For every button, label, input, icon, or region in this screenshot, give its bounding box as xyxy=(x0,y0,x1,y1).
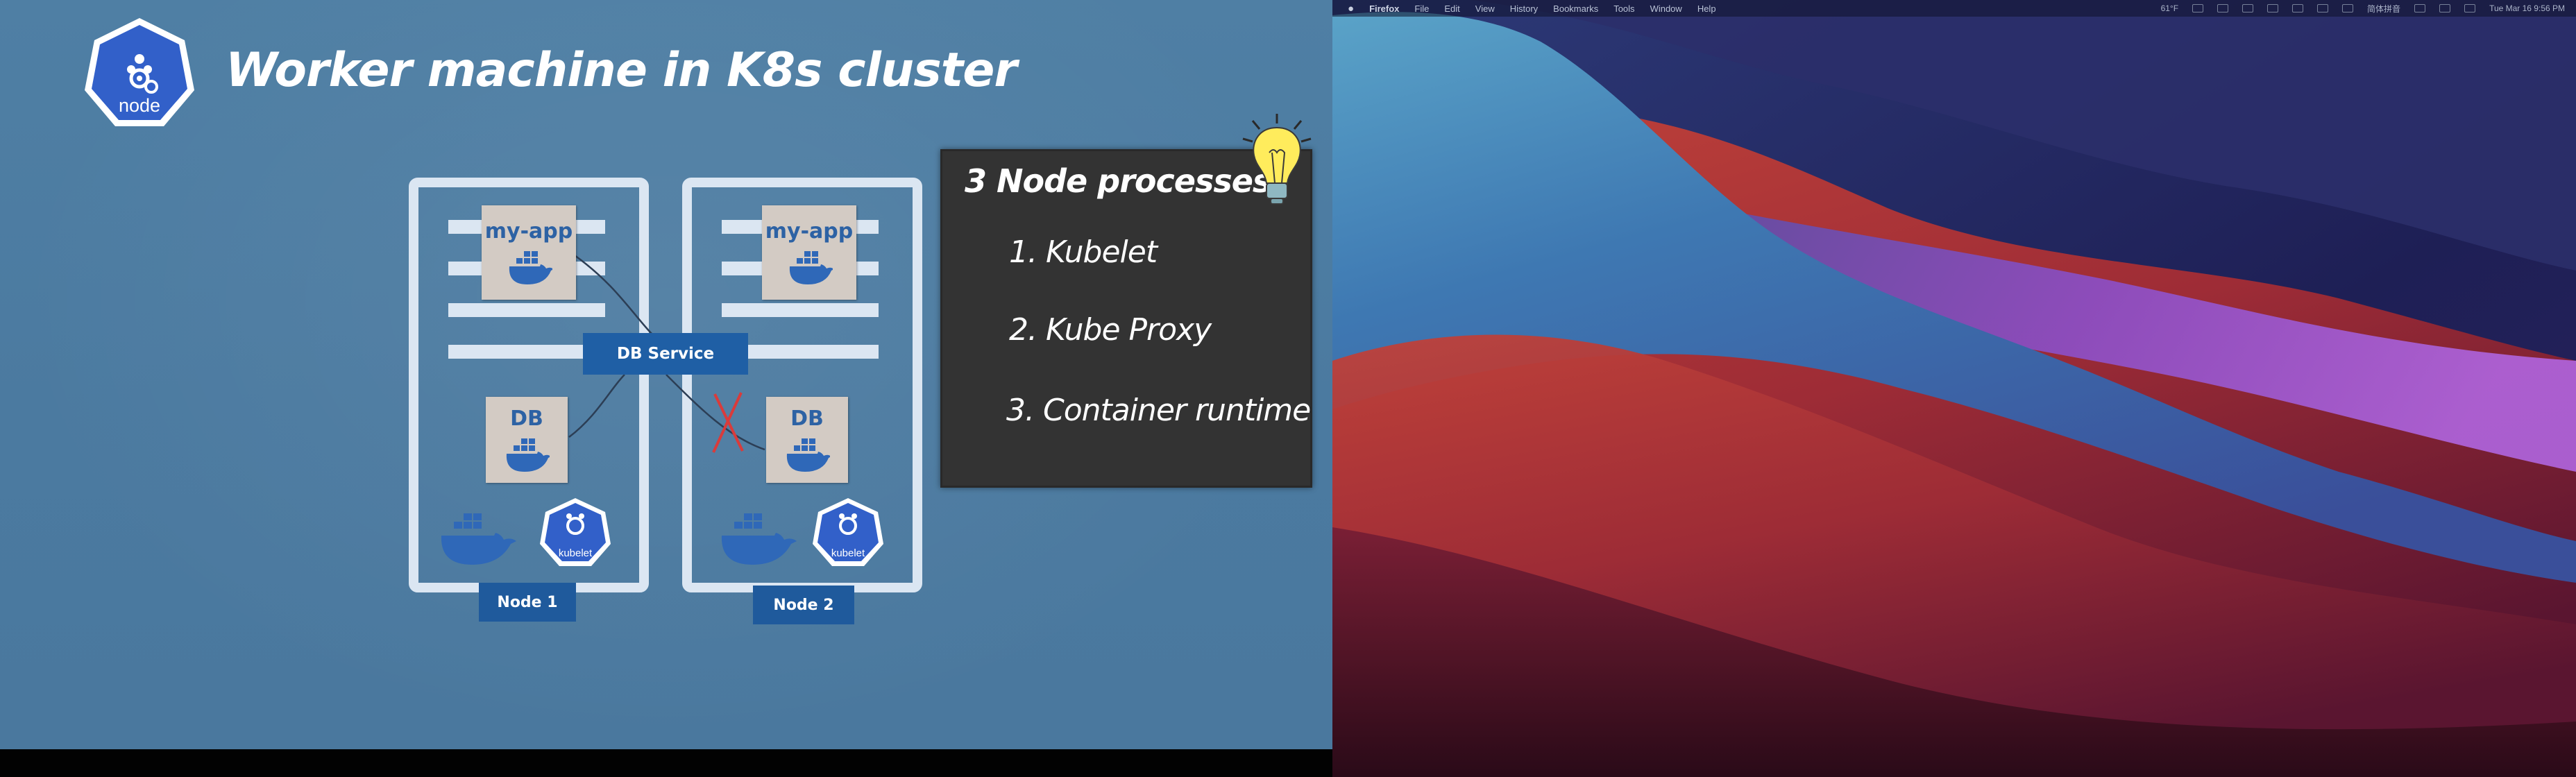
menu-history[interactable]: History xyxy=(1510,3,1538,14)
kubelet-hex-icon: kubelet xyxy=(813,498,883,566)
db-card-node-2: DB xyxy=(766,397,848,483)
apple-icon[interactable]: ● xyxy=(1348,3,1354,15)
db-label: DB xyxy=(790,407,824,431)
node-1-tag: Node 1 xyxy=(479,583,576,622)
db-card-node-1: DB xyxy=(486,397,568,483)
my-app-card-node-2: my-app xyxy=(762,205,856,300)
presentation-slide: node Worker machine in K8s cluster kubel… xyxy=(0,0,1332,749)
db-service-box: DB Service xyxy=(583,333,748,375)
menu-app-firefox[interactable]: Firefox xyxy=(1369,3,1399,14)
my-app-label: my-app xyxy=(484,219,573,244)
control-icon[interactable] xyxy=(2267,4,2279,12)
wallpaper-image xyxy=(1332,0,2576,777)
battery-icon[interactable] xyxy=(2317,4,2329,12)
desktop-wallpaper: ● Firefox File Edit View History Bookmar… xyxy=(1332,0,2576,777)
docker-whale-icon xyxy=(789,251,833,284)
wifi-icon[interactable] xyxy=(2342,4,2354,12)
status-app-icon[interactable] xyxy=(2217,4,2229,12)
slide-bottom-bar xyxy=(0,749,1332,777)
lightbulb-icon xyxy=(1242,114,1312,205)
docker-whale-icon xyxy=(441,513,516,565)
search-icon[interactable] xyxy=(2414,4,2426,12)
menu-edit[interactable]: Edit xyxy=(1444,3,1459,14)
my-app-card-node-1: my-app xyxy=(482,205,576,300)
board-item-kube-proxy: 2. Kube Proxy xyxy=(1009,312,1212,348)
kubelet-badge-label: kubelet xyxy=(831,547,865,559)
siri-icon[interactable] xyxy=(2464,4,2476,12)
menu-view[interactable]: View xyxy=(1475,3,1495,14)
play-icon[interactable] xyxy=(2292,4,2304,12)
board-item-kubelet: 1. Kubelet xyxy=(1009,234,1158,270)
kubelet-badge-label: kubelet xyxy=(559,547,593,559)
node-2-tag: Node 2 xyxy=(753,586,854,624)
menu-file[interactable]: File xyxy=(1414,3,1429,14)
menu-window[interactable]: Window xyxy=(1650,3,1682,14)
weather-temperature[interactable]: 61°F xyxy=(2161,3,2178,13)
menu-bar: ● Firefox File Edit View History Bookmar… xyxy=(1332,0,2576,17)
menu-tools[interactable]: Tools xyxy=(1613,3,1634,14)
display-icon[interactable] xyxy=(2242,4,2254,12)
kubelet-hex-icon: kubelet xyxy=(540,498,611,566)
docker-whale-icon xyxy=(509,251,552,284)
menu-bar-status-area: 61°F 简体拼音 Tue Mar 16 9:56 PM xyxy=(2161,0,2565,17)
connection-line xyxy=(666,374,765,451)
docker-whale-icon xyxy=(786,438,830,472)
db-label: DB xyxy=(510,407,543,431)
menu-bookmarks[interactable]: Bookmarks xyxy=(1553,3,1598,14)
control-center-icon[interactable] xyxy=(2439,4,2451,12)
board-heading: 3 Node processes: xyxy=(965,162,1284,200)
clock-datetime[interactable]: Tue Mar 16 9:56 PM xyxy=(2489,3,2565,13)
my-app-label: my-app xyxy=(765,219,854,244)
docker-whale-icon xyxy=(721,513,797,565)
docker-whale-icon xyxy=(506,438,550,472)
connection-line xyxy=(568,374,625,438)
board-item-container-runtime: 3. Container runtime xyxy=(1006,393,1311,428)
input-method[interactable]: 简体拼音 xyxy=(2367,3,2400,15)
menu-help[interactable]: Help xyxy=(1697,3,1716,14)
status-app-icon[interactable] xyxy=(2192,4,2204,12)
